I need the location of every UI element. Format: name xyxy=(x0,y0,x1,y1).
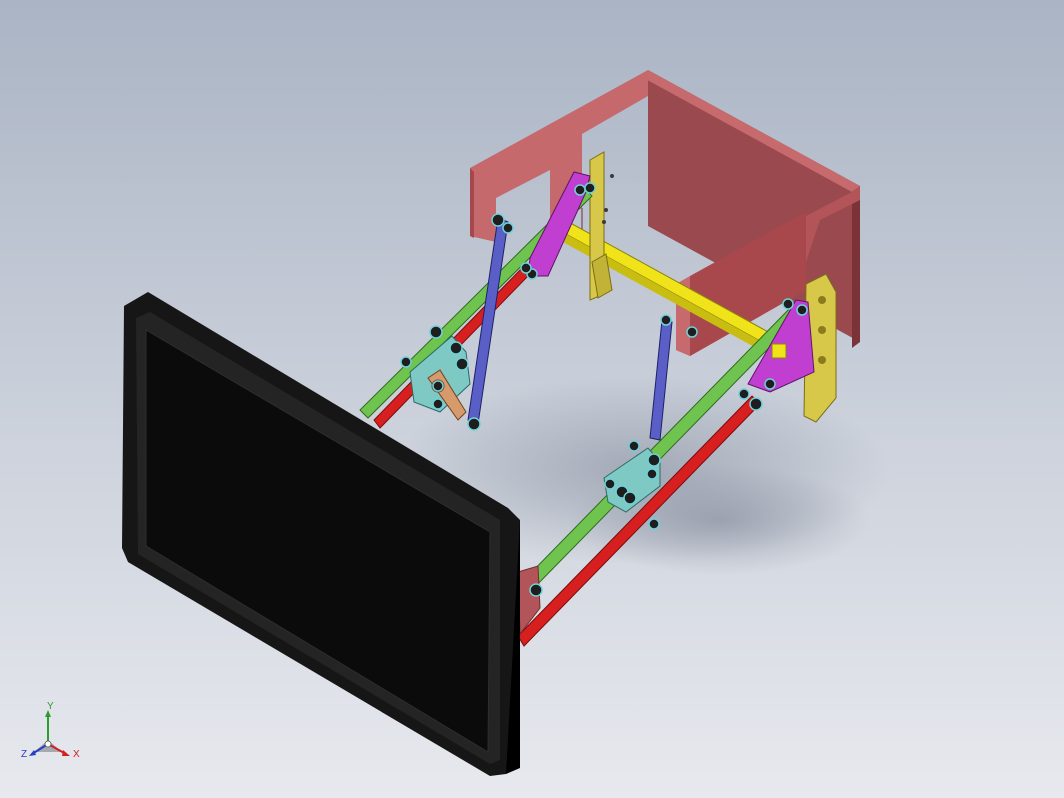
y-axis-label: Y xyxy=(47,701,54,712)
z-axis-arrow-icon xyxy=(29,750,36,756)
x-axis-label: X xyxy=(73,749,80,760)
model-view[interactable] xyxy=(0,0,1064,798)
cad-viewport[interactable]: Y Z X xyxy=(0,0,1064,798)
yellow-pin xyxy=(771,343,787,359)
bracket-hole xyxy=(818,296,826,304)
olive-bracket-left[interactable] xyxy=(589,151,613,301)
bracket-hole xyxy=(818,326,826,334)
bracket-hole xyxy=(818,356,826,364)
z-axis-label: Z xyxy=(21,749,28,760)
orientation-triad[interactable]: Y Z X xyxy=(18,700,88,770)
x-axis-arrow-icon xyxy=(62,750,70,756)
